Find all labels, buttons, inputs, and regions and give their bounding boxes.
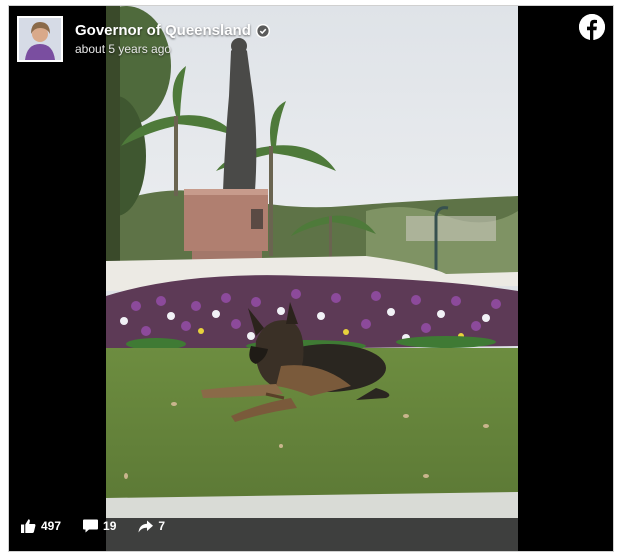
like-count: 497 — [41, 519, 62, 533]
post-header: Governor of Queensland about 5 years ago — [17, 14, 397, 64]
post-timestamp[interactable]: about 5 years ago — [75, 42, 270, 56]
embedded-post: Governor of Queensland about 5 years ago — [8, 5, 614, 552]
reaction-bar: 497 19 7 — [21, 519, 165, 533]
like-stat[interactable]: 497 — [21, 519, 61, 533]
share-arrow-icon — [138, 520, 154, 533]
share-stat[interactable]: 7 — [138, 519, 165, 533]
comment-count: 19 — [103, 519, 117, 533]
verified-check-icon — [255, 23, 270, 38]
photo-illustration — [106, 6, 518, 551]
post-photo[interactable] — [106, 6, 518, 551]
thumbs-up-icon — [21, 519, 36, 533]
page-name[interactable]: Governor of Queensland — [75, 22, 251, 39]
facebook-icon[interactable] — [579, 14, 605, 40]
share-count: 7 — [158, 519, 166, 533]
avatar-portrait — [19, 18, 61, 60]
comment-stat[interactable]: 19 — [83, 519, 116, 533]
speech-bubble-icon — [83, 519, 99, 533]
page-avatar[interactable] — [17, 16, 63, 62]
